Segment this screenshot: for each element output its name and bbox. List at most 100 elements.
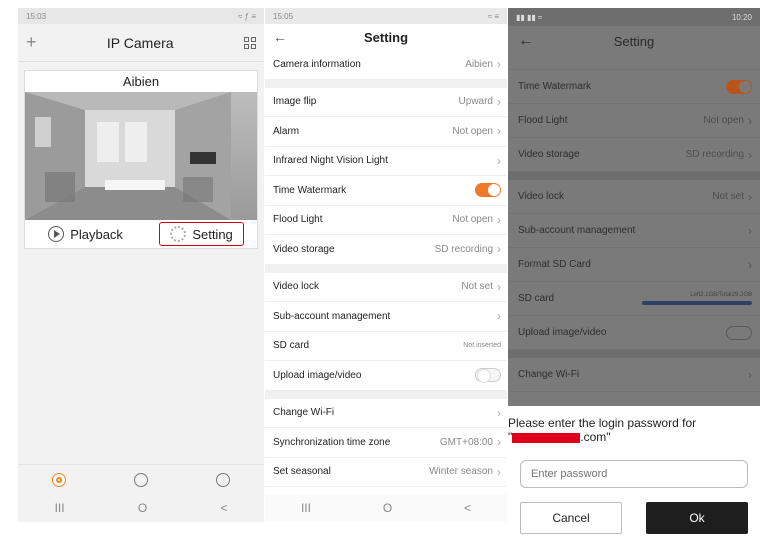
- settings-row-value: GMT+08:00: [439, 436, 493, 448]
- status-bar: ▮▮ ▮▮ ≈ 10:20: [508, 8, 760, 26]
- settings-row-label: Upload image/video: [273, 369, 362, 381]
- app-header: + IP Camera: [18, 24, 264, 62]
- settings-row-label: Set seasonal: [273, 466, 331, 478]
- settings-row[interactable]: Flood Light Not open ›: [265, 205, 507, 235]
- home-button[interactable]: O: [383, 501, 392, 515]
- chevron-right-icon: ›: [497, 153, 501, 168]
- toggle-switch[interactable]: [475, 368, 501, 384]
- settings-row: Video lock Not set ›: [508, 180, 760, 214]
- password-dialog: Please enter the login password for " .co…: [508, 406, 760, 548]
- chevron-right-icon: ›: [497, 279, 501, 294]
- playback-button[interactable]: Playback: [38, 222, 133, 246]
- password-dialog-screen: ▮▮ ▮▮ ≈ 10:20 ← Setting Time Watermark Fl…: [508, 8, 760, 548]
- settings-row-label: Video lock: [273, 281, 319, 293]
- settings-row-label: Change Wi-Fi: [273, 407, 335, 419]
- section-divider: [508, 350, 760, 358]
- settings-row[interactable]: Change Wi-Fi ›: [265, 398, 507, 428]
- chevron-right-icon: ›: [497, 57, 501, 72]
- settings-row[interactable]: Synchronization time zone GMT+08:00 ›: [265, 428, 507, 458]
- settings-list-dimmed: Time Watermark Flood Light Not open › Video …: [508, 70, 760, 392]
- chevron-right-icon: ›: [497, 94, 501, 109]
- toggle-switch: [726, 79, 752, 94]
- cancel-button[interactable]: Cancel: [520, 502, 622, 534]
- settings-row[interactable]: Alarm Not open ›: [265, 117, 507, 147]
- chevron-right-icon: ›: [748, 113, 752, 128]
- settings-row[interactable]: Set seasonal Winter season ›: [265, 457, 507, 487]
- chevron-right-icon: ›: [497, 309, 501, 324]
- settings-row-label: Time Watermark: [273, 184, 347, 196]
- settings-row[interactable]: Video storage SD recording ›: [265, 235, 507, 265]
- ok-button[interactable]: Ok: [646, 502, 748, 534]
- settings-row-value-group: Not inserted: [463, 342, 501, 349]
- settings-row-value: Not set: [712, 191, 744, 202]
- setting-button[interactable]: Setting: [159, 222, 244, 246]
- settings-row: Upload image/video: [508, 316, 760, 350]
- settings-row-label: SD card: [273, 340, 310, 352]
- settings-row[interactable]: Infrared Night Vision Light ›: [265, 146, 507, 176]
- grid-view-icon[interactable]: [244, 36, 256, 49]
- settings-row-value: Aibien: [465, 58, 493, 70]
- page-title: Setting: [363, 29, 409, 45]
- settings-list: Camera information Aibien › Image flip Upwar…: [265, 50, 507, 487]
- settings-row-label: Flood Light: [518, 115, 568, 126]
- settings-row-value-group: GMT+08:00 ›: [440, 435, 501, 449]
- settings-row: Flood Light Not open ›: [508, 104, 760, 138]
- settings-row-value-group: Upward ›: [459, 95, 501, 109]
- settings-row-value: SD recording: [434, 243, 493, 255]
- settings-row-value-group: Not open ›: [703, 114, 752, 128]
- settings-row-value-group: SD recording ›: [435, 242, 501, 256]
- section-divider: [265, 390, 507, 399]
- chevron-right-icon: ›: [497, 212, 501, 227]
- status-icons: ≈ ƒ ≡: [238, 11, 256, 21]
- settings-row-value-group: ›: [493, 154, 501, 168]
- chevron-right-icon: ›: [748, 257, 752, 272]
- chevron-right-icon: ›: [497, 405, 501, 420]
- settings-row[interactable]: Sub-account management ›: [265, 302, 507, 332]
- settings-row: Video storage SD recording ›: [508, 138, 760, 172]
- recent-apps-button[interactable]: III: [55, 501, 65, 515]
- back-arrow-icon[interactable]: ←: [273, 29, 287, 45]
- settings-row-value: Not set: [461, 281, 493, 293]
- settings-row-value-group: Not open ›: [452, 213, 501, 227]
- settings-row[interactable]: Camera information Aibien ›: [265, 50, 507, 80]
- system-nav-bar: III O <: [265, 494, 507, 522]
- section-divider: [265, 264, 507, 273]
- settings-row[interactable]: Upload image/video: [265, 361, 507, 391]
- settings-row[interactable]: Time Watermark: [265, 176, 507, 206]
- tab-message-icon[interactable]: [134, 472, 148, 487]
- camera-preview-image[interactable]: [25, 92, 257, 220]
- settings-row-value-group: ›: [744, 258, 752, 272]
- sd-capacity-bar: [642, 301, 752, 305]
- recent-apps-button[interactable]: III: [301, 501, 311, 515]
- password-input[interactable]: [520, 460, 748, 488]
- home-button[interactable]: O: [138, 501, 147, 515]
- dimmed-overlay[interactable]: ▮▮ ▮▮ ≈ 10:20 ← Setting Time Watermark Fl…: [508, 8, 760, 406]
- tab-profile-icon[interactable]: [216, 472, 230, 487]
- tab-camera-icon[interactable]: [52, 472, 66, 487]
- toggle-switch[interactable]: [475, 183, 501, 198]
- back-button[interactable]: <: [464, 501, 471, 515]
- camera-actions: Playback Setting: [25, 220, 257, 248]
- settings-row-label: Sub-account management: [273, 310, 391, 322]
- partial-row: [508, 56, 760, 70]
- chevron-right-icon: ›: [748, 189, 752, 204]
- system-nav-bar: III O <: [18, 494, 264, 522]
- status-bar: 15:03 ≈ ƒ ≡: [18, 8, 264, 24]
- settings-header: ← Setting: [508, 26, 760, 56]
- gear-icon: [170, 226, 187, 242]
- redacted-email: [512, 432, 581, 443]
- settings-row[interactable]: Image flip Upward ›: [265, 87, 507, 117]
- settings-row[interactable]: SD card Not inserted: [265, 331, 507, 361]
- settings-row-value: Not open: [703, 115, 744, 126]
- camera-card[interactable]: Aibien Playback Setting: [24, 70, 258, 249]
- settings-row-label: Alarm: [273, 125, 300, 137]
- settings-row[interactable]: Video lock Not set ›: [265, 272, 507, 302]
- section-divider: [265, 79, 507, 88]
- settings-row-value-group: Aibien ›: [465, 57, 501, 71]
- camera-list-screen: 15:03 ≈ ƒ ≡ + IP Camera Aibien Playback …: [18, 8, 264, 522]
- back-button[interactable]: <: [220, 501, 227, 515]
- settings-row-label: Flood Light: [273, 214, 323, 226]
- add-camera-button[interactable]: +: [26, 32, 37, 53]
- settings-row-value: Upward: [458, 96, 493, 108]
- settings-row-label: Time Watermark: [518, 81, 592, 92]
